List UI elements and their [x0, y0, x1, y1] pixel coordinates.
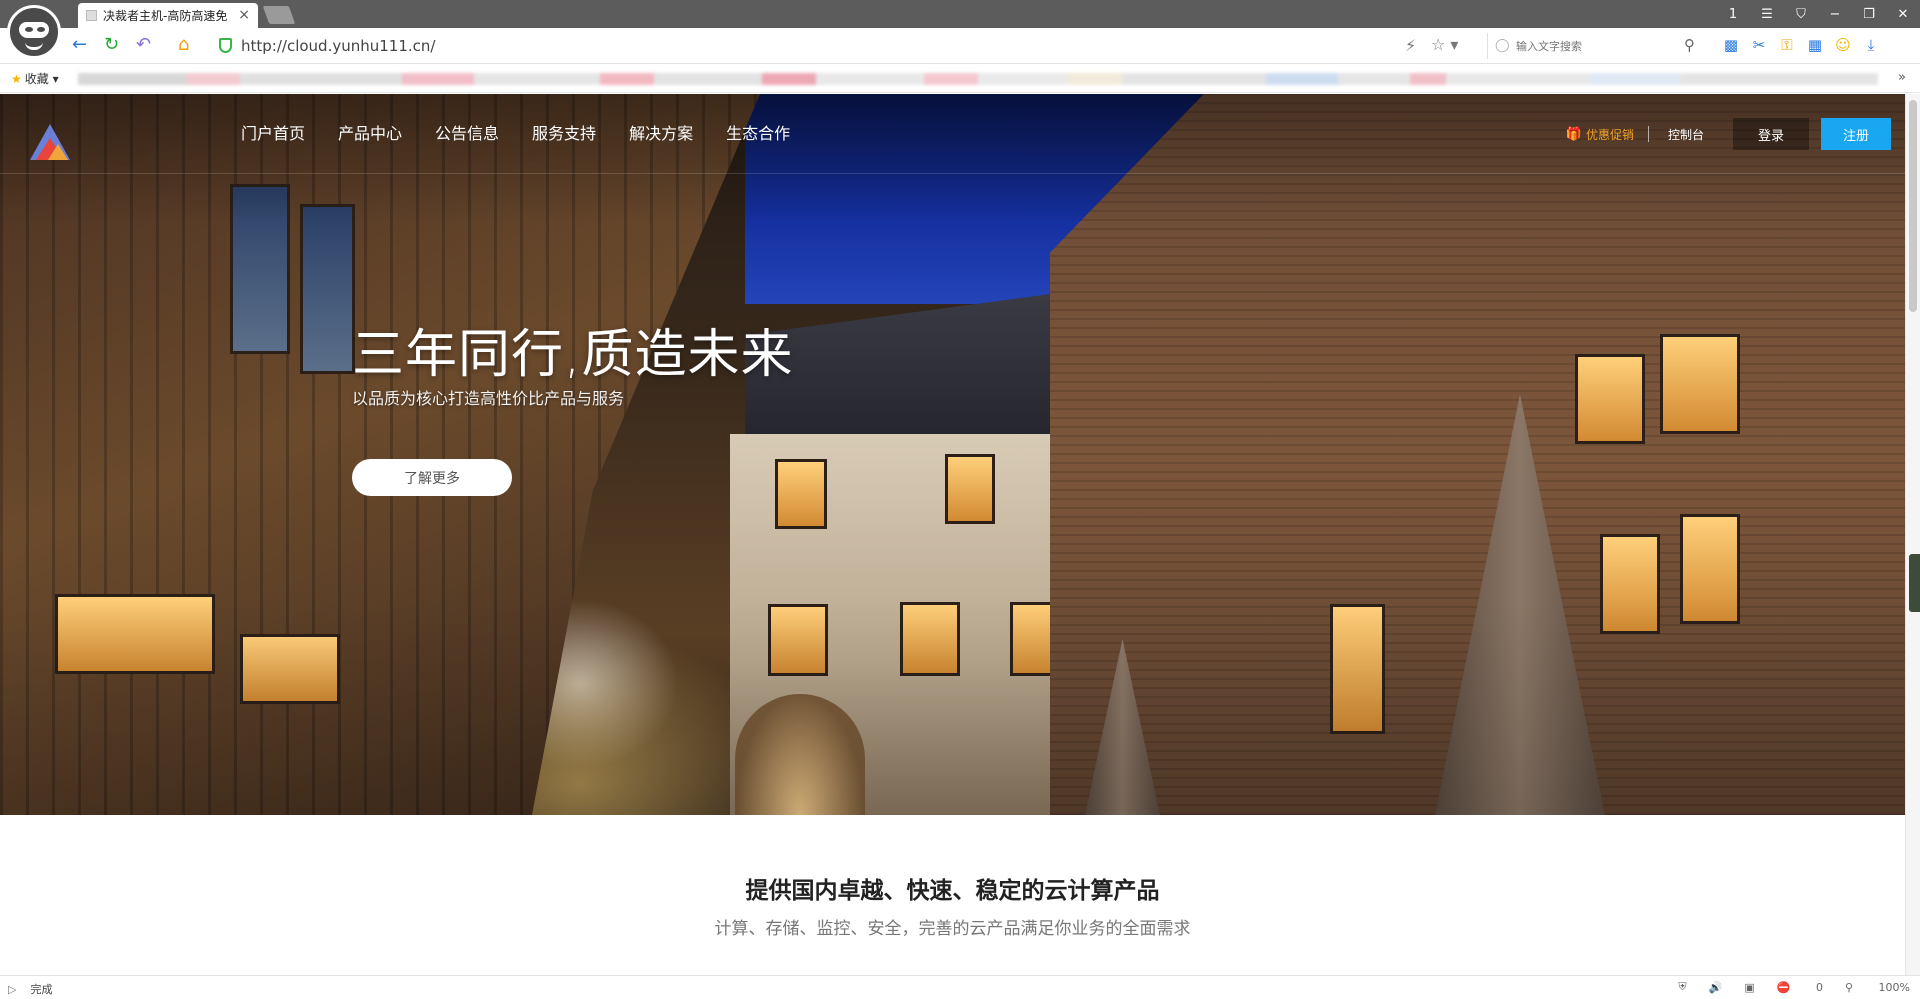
extension-icons: ▩ ✂ ⚿ ▦ ☺ ⤓	[1717, 36, 1885, 54]
page-viewport: 门户首页 产品中心 公告信息 服务支持 解决方案 生态合作 🎁 优惠促销 控制台 …	[0, 94, 1905, 975]
tab-close-icon[interactable]: ×	[238, 7, 250, 23]
refresh-icon[interactable]: ↻	[104, 35, 119, 55]
url-field[interactable]: http://cloud.yunhu111.cn/	[241, 37, 435, 55]
register-button[interactable]: 注册	[1821, 118, 1891, 150]
translate-icon[interactable]: ▩	[1717, 36, 1745, 54]
browser-logo-icon[interactable]	[7, 5, 61, 59]
bookmarks-button[interactable]: ★ 收藏 ▾	[11, 70, 59, 87]
tab-active[interactable]: 决裁者主机-高防高速免 ×	[78, 3, 258, 28]
star-icon[interactable]: ☆ ▾	[1431, 35, 1458, 54]
site-nav: 门户首页 产品中心 公告信息 服务支持 解决方案 生态合作 🎁 优惠促销 控制台 …	[0, 94, 1905, 174]
search-engine-icon[interactable]: ◯	[1495, 38, 1510, 53]
menu-item-home[interactable]: 门户首页	[241, 124, 305, 144]
lightning-icon[interactable]: ⚡	[1405, 36, 1416, 55]
download-icon[interactable]: ⤓	[1857, 36, 1885, 54]
shield-icon[interactable]	[219, 38, 232, 53]
bookmarks-label: 收藏	[24, 72, 49, 86]
favicon-icon	[86, 10, 97, 21]
promo-label: 优惠促销	[1585, 127, 1634, 142]
scissors-icon[interactable]: ✂	[1745, 36, 1773, 54]
hero-title: 三年同行,质造未来	[352, 325, 794, 385]
calculator-icon[interactable]: ▦	[1801, 36, 1829, 54]
security-icon[interactable]: ⛨	[1678, 980, 1686, 994]
sidebar-toggle-icon[interactable]: ▷	[8, 983, 16, 996]
menu-item-support[interactable]: 服务支持	[532, 124, 596, 144]
site-logo-icon[interactable]	[30, 124, 70, 160]
login-button[interactable]: 登录	[1733, 118, 1809, 150]
minimize-button[interactable]: −	[1818, 7, 1852, 22]
menu-item-solutions[interactable]: 解决方案	[629, 124, 693, 144]
bookmarks-more-button[interactable]: »	[1898, 70, 1906, 85]
smiley-icon[interactable]: ☺	[1829, 36, 1857, 54]
blurred-bookmarks[interactable]	[78, 73, 1878, 85]
search-box[interactable]: ◯ ⚲	[1487, 33, 1695, 59]
menu-item-products[interactable]: 产品中心	[338, 124, 402, 144]
gift-icon: 🎁	[1565, 126, 1582, 142]
tab-title: 决裁者主机-高防高速免	[103, 9, 228, 23]
zoom-level: 100%	[1878, 980, 1910, 994]
home-icon[interactable]: ⌂	[178, 35, 189, 55]
title-bar: 决裁者主机-高防高速免 × 1 ☰ ⛉ − ❐ ✕	[0, 0, 1920, 28]
star-icon: ★	[11, 72, 22, 86]
menu-item-announcements[interactable]: 公告信息	[435, 124, 499, 144]
hero-subtitle: 以品质为核心打造高性价比产品与服务	[352, 389, 625, 408]
key-icon[interactable]: ⚿	[1773, 36, 1801, 54]
new-tab-button[interactable]	[262, 6, 296, 24]
side-tab[interactable]	[1909, 554, 1920, 612]
adblock-count: 0	[1815, 980, 1823, 994]
learn-more-button[interactable]: 了解更多	[352, 459, 512, 496]
back-icon[interactable]: ←	[72, 35, 87, 55]
status-bar: ▷ 完成 ⛨ 🔊 ▣ ⛔ 0 ⚲ 100%	[0, 975, 1920, 999]
zoom-control[interactable]: ⚲ 100%	[1845, 981, 1910, 994]
promo-link[interactable]: 🎁 优惠促销	[1566, 126, 1634, 143]
menu-icon[interactable]: ☰	[1750, 7, 1784, 22]
search-input[interactable]	[1516, 37, 1666, 55]
status-text: 完成	[30, 983, 53, 996]
browser-window: 决裁者主机-高防高速免 × 1 ☰ ⛉ − ❐ ✕ ← ↻ ↶ ⌂ http:/…	[0, 0, 1920, 999]
cleaner-icon[interactable]: ▣	[1744, 981, 1754, 994]
hero-banner: 门户首页 产品中心 公告信息 服务支持 解决方案 生态合作 🎁 优惠促销 控制台 …	[0, 94, 1905, 815]
vertical-scrollbar[interactable]	[1905, 94, 1920, 975]
skin-icon[interactable]: ⛉	[1784, 7, 1818, 22]
sound-icon[interactable]: 🔊	[1709, 981, 1723, 994]
search-icon[interactable]: ⚲	[1684, 36, 1695, 54]
close-button[interactable]: ✕	[1886, 7, 1920, 22]
tab-count-icon[interactable]: 1	[1716, 7, 1750, 22]
status-left: ▷ 完成	[8, 981, 52, 997]
address-bar: ← ↻ ↶ ⌂ http://cloud.yunhu111.cn/ ⚡ ☆ ▾ …	[0, 28, 1920, 64]
undo-icon[interactable]: ↶	[136, 35, 151, 55]
section-subtitle: 计算、存储、监控、安全，完善的云产品满足你业务的全面需求	[714, 919, 1191, 939]
bookmarks-bar: ★ 收藏 ▾ »	[0, 64, 1920, 93]
scrollbar-thumb[interactable]	[1909, 100, 1917, 312]
menu-item-ecosystem[interactable]: 生态合作	[726, 124, 790, 144]
nav-divider	[1647, 126, 1649, 142]
console-link[interactable]: 控制台	[1668, 126, 1704, 143]
main-menu: 门户首页 产品中心 公告信息 服务支持 解决方案 生态合作	[241, 124, 823, 144]
nav-right: 🎁 优惠促销 控制台 登录 注册	[1566, 118, 1905, 150]
window-controls: 1 ☰ ⛉ − ❐ ✕	[1716, 0, 1920, 28]
restore-button[interactable]: ❐	[1852, 7, 1886, 22]
section-title: 提供国内卓越、快速、稳定的云计算产品	[745, 878, 1160, 904]
status-right: ⛨ 🔊 ▣ ⛔ 0 ⚲ 100%	[1656, 980, 1910, 994]
adblock-icon[interactable]: ⛔ 0	[1777, 981, 1823, 994]
